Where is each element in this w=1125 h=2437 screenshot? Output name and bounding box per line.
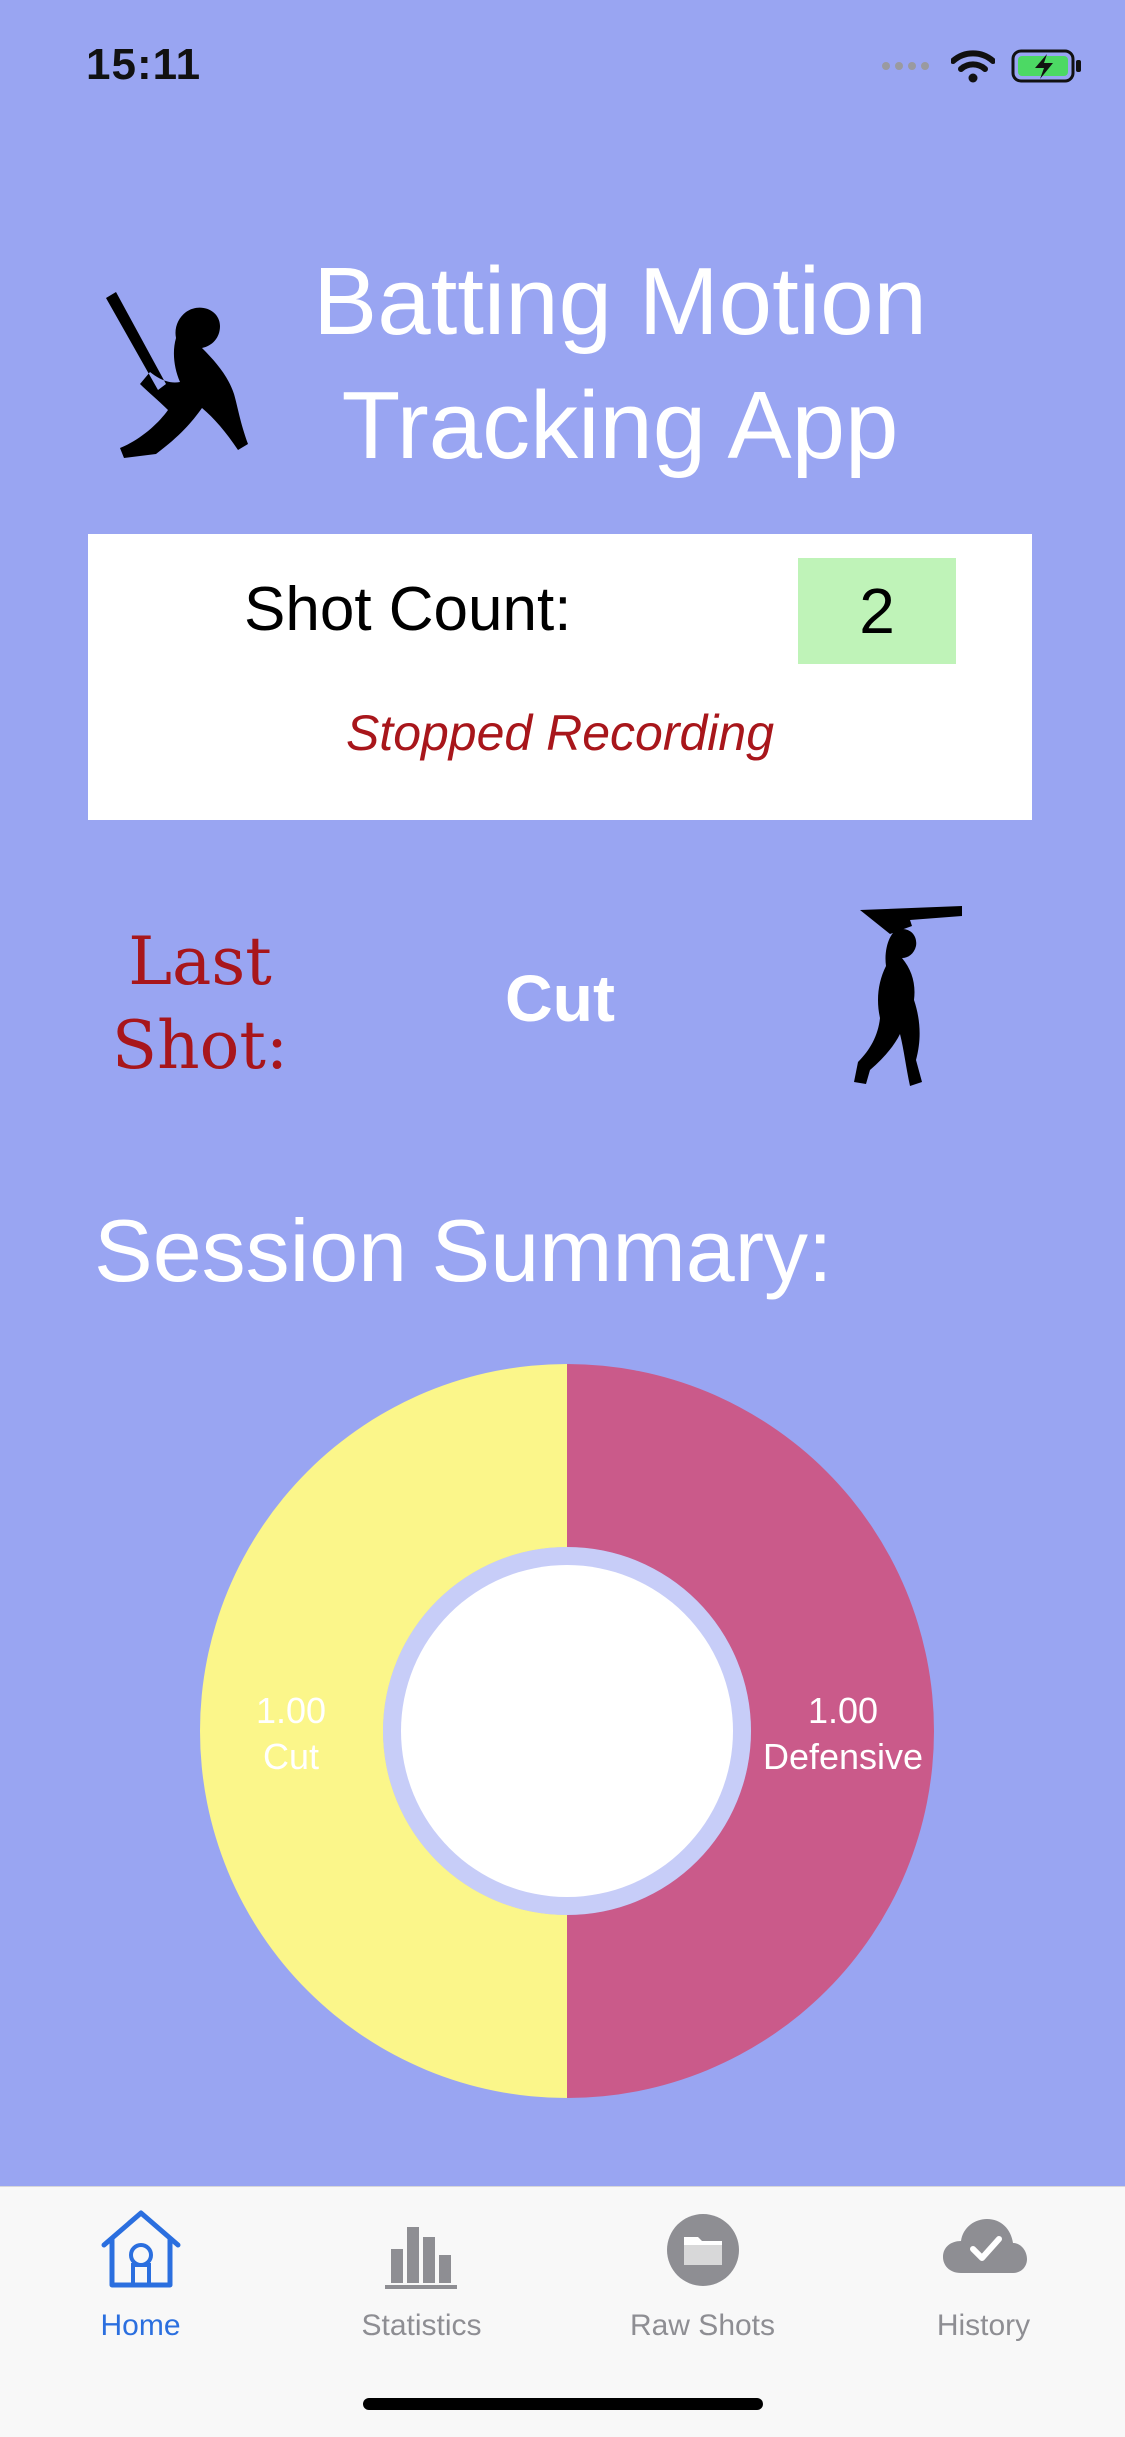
status-icons (881, 48, 1083, 84)
last-shot-value: Cut (505, 961, 615, 1035)
recording-status: Stopped Recording (345, 705, 775, 761)
home-icon (101, 2210, 180, 2288)
last-shot-label-line1: Last (128, 923, 272, 1000)
slice-category-label: Cut (263, 1736, 319, 1777)
bar-chart-icon (384, 2227, 457, 2289)
session-summary-chart: 1.00 Cut 1.00 Defensive (192, 1356, 942, 2106)
donut-hole (401, 1565, 733, 1897)
shot-count-label: Shot Count: (244, 575, 572, 644)
app-title-line1: Batting Motion (313, 248, 927, 355)
tab-history-label: History (936, 2309, 1031, 2342)
home-indicator (363, 2398, 763, 2410)
app-title: Batting Motion Tracking App (280, 240, 960, 488)
donut-chart: 1.00 Cut 1.00 Defensive (200, 1364, 934, 2098)
last-shot-row: Last Shot: Cut (0, 900, 1125, 1120)
slice-value-label: 1.00 (256, 1690, 326, 1731)
tab-statistics-label: Statistics (361, 2309, 482, 2342)
last-shot-label-line2: Shot: (111, 1007, 289, 1084)
tab-history[interactable]: History (843, 2205, 1124, 2355)
slice-value-label: 1.00 (808, 1690, 878, 1731)
cricket-batter-cut-icon (854, 906, 962, 1086)
tab-raw-shots[interactable]: Raw Shots (562, 2205, 843, 2355)
tab-statistics[interactable]: Statistics (281, 2205, 562, 2355)
cellular-signal-icon (882, 62, 929, 70)
tab-raw-shots-label: Raw Shots (629, 2309, 776, 2342)
last-shot-label: Last Shot: (100, 920, 300, 1088)
tab-home-label: Home (100, 2309, 181, 2342)
app-title-line2: Tracking App (341, 372, 899, 479)
status-time: 15:11 (86, 40, 202, 89)
cloud-check-icon (942, 2219, 1027, 2273)
slice-category-label: Defensive (763, 1736, 923, 1777)
wifi-icon (951, 50, 995, 83)
folder-icon (666, 2214, 739, 2286)
shot-count-card: Shot Count: 2 Stopped Recording (88, 534, 1032, 820)
app-header: Batting Motion Tracking App (0, 230, 1125, 490)
status-bar: 15:11 (0, 0, 1125, 140)
shot-count-value: 2 (798, 558, 956, 664)
battery-charging-icon (1011, 49, 1081, 83)
cricket-batter-silhouette-icon (106, 292, 248, 458)
tab-home[interactable]: Home (0, 2205, 281, 2355)
session-summary-title: Session Summary: (94, 1201, 833, 1300)
